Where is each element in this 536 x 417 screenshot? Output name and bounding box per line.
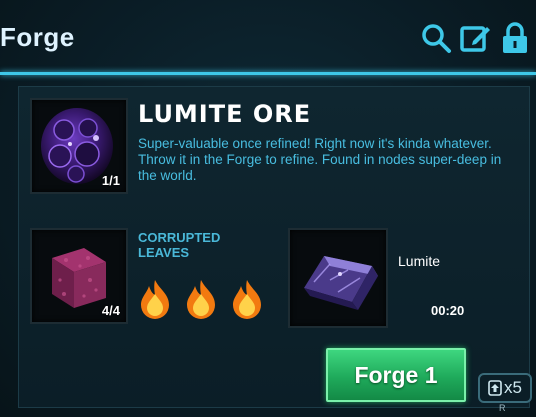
item-name: LUMITE ORE <box>138 100 312 128</box>
forge-timer: 00:20 <box>431 303 465 318</box>
edit-icon[interactable] <box>458 20 494 56</box>
multiplier-label: x5 <box>504 378 522 397</box>
forge-button[interactable]: Forge 1 <box>326 348 466 402</box>
upload-icon <box>488 380 502 396</box>
header-divider <box>0 72 536 75</box>
flame-icon <box>184 278 218 320</box>
input-quantity: 4/4 <box>101 303 120 318</box>
multiplier-button[interactable]: x5 <box>478 373 532 403</box>
page-title: Forge <box>0 22 75 52</box>
lumite-ingot-icon <box>304 256 378 310</box>
search-icon[interactable] <box>418 20 454 56</box>
output-slot[interactable] <box>288 228 388 328</box>
flame-icon <box>138 278 172 320</box>
top-bar: Forge <box>0 0 536 74</box>
input-resource-slot[interactable]: 4/4 <box>30 228 128 324</box>
item-slot[interactable]: 1/1 <box>30 98 128 194</box>
item-description: Super-valuable once refined! Right now i… <box>138 136 502 183</box>
item-quantity: 1/1 <box>101 173 120 188</box>
lock-icon[interactable] <box>497 20 533 56</box>
flame-icon <box>230 278 264 320</box>
input-resource-label: CORRUPTED LEAVES <box>138 230 221 260</box>
output-label: Lumite <box>398 253 441 269</box>
key-hint: R <box>499 403 506 413</box>
